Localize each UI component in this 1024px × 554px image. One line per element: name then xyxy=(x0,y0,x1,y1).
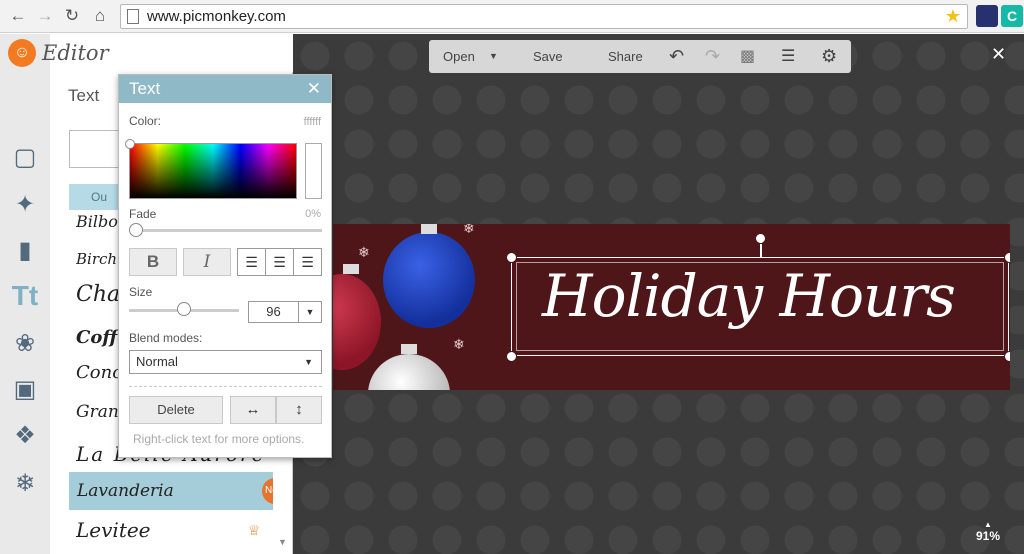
extension-icon[interactable] xyxy=(976,5,998,27)
canvas-area: Open ▼ Save Share ↶ ↷ ▩ ☰ ⚙ ✕ ❄ ❄ ❄ Holi… xyxy=(293,34,1024,554)
bookmark-star-icon[interactable]: ★ xyxy=(945,6,961,27)
scroll-down-icon[interactable]: ▼ xyxy=(278,537,287,547)
zoom-control[interactable]: ▲ 91% xyxy=(976,520,1000,543)
panel-title: Text xyxy=(68,86,100,105)
size-label: Size xyxy=(129,285,153,299)
blend-label: Blend modes: xyxy=(129,331,203,345)
ornament-cap xyxy=(343,264,359,274)
text-tool-icon[interactable]: Tt xyxy=(8,279,42,313)
resize-handle[interactable] xyxy=(1004,351,1010,362)
hint-text: Right-click text for more options. xyxy=(133,432,305,446)
bold-button[interactable]: B xyxy=(129,248,177,276)
fade-value: 0% xyxy=(305,208,321,220)
url-bar[interactable]: www.picmonkey.com ★ xyxy=(120,4,968,29)
zoom-level: 91% xyxy=(976,529,1001,543)
alignment-group: ☰ ☰ ☰ xyxy=(237,248,322,276)
picmonkey-app: ☺ Editor ▢ ✦ ▮ Tt ❀ ▣ ❖ ❄ Text Ou Bilbo … xyxy=(0,34,1024,554)
texture-icon[interactable]: ❖ xyxy=(8,418,42,452)
white-ornament xyxy=(368,354,450,390)
size-dropdown-icon[interactable]: ▼ xyxy=(299,302,321,322)
fade-slider[interactable] xyxy=(129,229,322,232)
color-value: ffffff xyxy=(303,116,321,128)
save-button[interactable]: Save xyxy=(533,40,563,73)
size-slider-knob[interactable] xyxy=(177,302,191,316)
ornament-cap xyxy=(401,344,417,354)
text-dialog: Text ✕ Color: ffffff Fade 0% B I ☰ ☰ ☰ S… xyxy=(118,74,332,458)
flip-horizontal-button[interactable]: ↔ xyxy=(230,396,276,424)
lipstick-icon[interactable]: ▮ xyxy=(8,233,42,267)
blend-mode-value: Normal xyxy=(136,354,178,369)
open-button[interactable]: Open xyxy=(443,40,475,73)
rotate-line xyxy=(760,244,762,257)
resize-handle[interactable] xyxy=(506,252,517,263)
new-badge: New xyxy=(262,478,273,504)
dialog-title: Text xyxy=(129,79,161,98)
monkey-logo-icon: ☺ xyxy=(8,39,36,67)
resize-handle[interactable] xyxy=(1004,252,1010,263)
zoom-up-icon[interactable]: ▲ xyxy=(976,520,1000,529)
fade-slider-knob[interactable] xyxy=(129,223,143,237)
magic-wand-icon[interactable]: ✦ xyxy=(8,187,42,221)
logo[interactable]: ☺ Editor xyxy=(0,34,120,72)
open-dropdown-icon[interactable]: ▼ xyxy=(489,40,498,73)
crop-icon[interactable]: ▢ xyxy=(8,140,42,174)
butterfly-icon[interactable]: ❀ xyxy=(8,326,42,360)
flip-vertical-button[interactable]: ↕ xyxy=(276,396,322,424)
size-stepper[interactable]: 96 ▼ xyxy=(248,301,322,323)
editor-toolbar: Open ▼ Save Share ↶ ↷ ▩ ☰ ⚙ xyxy=(429,40,851,73)
dialog-close-icon[interactable]: ✕ xyxy=(307,75,321,103)
align-right-icon[interactable]: ☰ xyxy=(293,249,321,275)
snowflake-decoration-icon: ❄ xyxy=(453,336,465,352)
align-center-icon[interactable]: ☰ xyxy=(265,249,293,275)
close-icon[interactable]: ✕ xyxy=(991,44,1006,65)
ornament-cap xyxy=(421,224,437,234)
blue-ornament xyxy=(383,232,475,328)
layers-icon[interactable]: ☰ xyxy=(781,40,795,73)
banner-image[interactable]: ❄ ❄ ❄ Holiday Hours xyxy=(333,224,1010,390)
font-item[interactable]: Bilbo xyxy=(76,212,118,231)
color-spectrum[interactable] xyxy=(129,143,297,199)
snowflake-decoration-icon: ❄ xyxy=(358,244,370,260)
align-left-icon[interactable]: ☰ xyxy=(238,249,265,275)
undo-icon[interactable]: ↶ xyxy=(669,40,684,73)
snowflake-decoration-icon: ❄ xyxy=(463,224,475,236)
crown-icon: ♕ xyxy=(248,522,261,538)
back-arrow-icon[interactable]: ← xyxy=(5,3,31,29)
dialog-header: Text ✕ xyxy=(119,75,331,103)
snowflake-icon[interactable]: ❄ xyxy=(8,466,42,500)
color-label: Color: xyxy=(129,114,162,128)
url-text: www.picmonkey.com xyxy=(147,8,286,25)
font-item[interactable]: Birch xyxy=(76,250,117,268)
rotate-handle[interactable] xyxy=(755,233,766,244)
font-item-label: Lavanderia xyxy=(77,481,174,501)
gear-icon[interactable]: ⚙ xyxy=(821,40,837,73)
reload-icon[interactable]: ↻ xyxy=(59,3,85,29)
color-picker-handle[interactable] xyxy=(125,139,135,149)
color-swatch xyxy=(305,143,322,199)
text-layer[interactable]: Holiday Hours xyxy=(511,257,1009,356)
blend-mode-select[interactable]: Normal ▼ xyxy=(129,350,322,374)
red-ornament xyxy=(333,274,381,370)
compare-icon[interactable]: ▩ xyxy=(740,40,755,73)
browser-toolbar: ← → ↻ ⌂ www.picmonkey.com ★ C xyxy=(0,0,1024,33)
logo-text: Editor xyxy=(42,41,109,65)
font-item-selected[interactable]: Lavanderia New xyxy=(69,472,273,510)
home-icon[interactable]: ⌂ xyxy=(87,3,113,29)
redo-icon[interactable]: ↷ xyxy=(705,40,720,73)
divider xyxy=(129,386,322,387)
frame-icon[interactable]: ▣ xyxy=(8,372,42,406)
blend-dropdown-icon: ▼ xyxy=(304,357,313,367)
font-item[interactable]: Levitee xyxy=(76,518,151,542)
extension-c-icon[interactable]: C xyxy=(1001,5,1023,27)
banner-title: Holiday Hours xyxy=(542,262,956,330)
page-icon xyxy=(127,9,139,24)
italic-button[interactable]: I xyxy=(183,248,231,276)
resize-handle[interactable] xyxy=(506,351,517,362)
forward-arrow-icon[interactable]: → xyxy=(32,3,58,29)
share-button[interactable]: Share xyxy=(608,40,643,73)
size-value[interactable]: 96 xyxy=(249,302,299,322)
fade-label: Fade xyxy=(129,207,157,221)
delete-button[interactable]: Delete xyxy=(129,396,223,424)
